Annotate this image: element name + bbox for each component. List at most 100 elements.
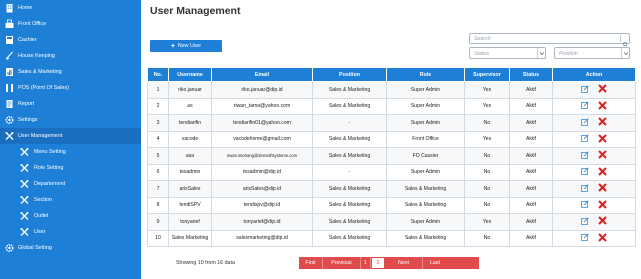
pager-page-2-current[interactable]: 2 [371,257,385,269]
edit-icon[interactable] [581,85,589,95]
col-header-supervisor[interactable]: Supervisor [464,67,510,82]
pager-page-1[interactable]: 1 [361,257,371,269]
edit-icon[interactable] [581,134,589,144]
action-group [554,233,635,244]
cell-no: 10 [147,229,169,247]
sidebar-item[interactable]: Report [0,96,141,112]
table-row: 1 riko.januar riko.januar@dip.id Sales & Ma… [147,81,636,99]
col-header-status[interactable]: Status [509,67,553,82]
sidebar-item-label: Settings [18,117,38,123]
sidebar-item[interactable]: Settings [0,112,141,128]
cell-status: Aktif [509,97,553,115]
sidebar-item-label: User Management [18,133,63,139]
chevron-down-icon [621,48,629,58]
delete-icon[interactable] [598,150,607,161]
cell-email: tendispv@dip.id [211,196,313,214]
pager-next[interactable]: Next [385,257,423,269]
page-title: User Management [150,5,241,17]
delete-icon[interactable] [598,183,607,194]
cell-position: Sales & Marketing [312,130,387,148]
col-header-position[interactable]: Position [312,67,387,82]
table-header-row: No. Username Email Position Role Supervi… [147,67,636,82]
cell-role: Super Admin [386,97,465,115]
search-icon[interactable] [620,35,628,47]
cell-action [552,229,636,247]
cell-username: Sales Marketing [168,229,212,247]
delete-icon[interactable] [598,233,607,244]
cell-no: 9 [147,213,169,231]
cell-role: Super Admin [386,163,465,181]
delete-icon[interactable] [598,216,607,227]
delete-icon[interactable] [598,84,607,95]
sidebar-item[interactable]: User [0,224,141,240]
cell-no: 7 [147,180,169,198]
sidebar-item-label: Role Setting [34,165,64,171]
sidebar-item[interactable]: User Management [0,128,141,144]
cell-email: riko.januar@dip.id [211,81,313,99]
edit-icon[interactable] [581,233,589,243]
pager-first[interactable]: First [299,257,323,269]
col-header-no[interactable]: No. [147,67,169,82]
col-header-role[interactable]: Role [386,67,465,82]
pager-previous[interactable]: Previous [323,257,361,269]
sidebar-item[interactable]: Home [0,0,141,16]
cell-email: vacodehome@gmail.com [211,130,313,148]
cell-supervisor: Yes [464,81,510,99]
sidebar-item[interactable]: Role Setting [0,160,141,176]
position-placeholder: Position [559,50,578,57]
sidebar-item[interactable]: House Keeping [0,48,141,64]
tools-icon [20,147,29,157]
cell-username: tendiarifin [168,114,212,132]
table-row: 7 arisSales arisSales@dip.id Sales & Market… [147,180,636,198]
cell-supervisor: Yes [464,130,510,148]
cell-position: Sales & Marketing [312,97,387,115]
edit-icon[interactable] [581,101,589,111]
sidebar-item[interactable]: Cashier [0,32,141,48]
col-header-username[interactable]: Username [168,67,212,82]
new-user-button[interactable]: + New User [150,40,222,52]
report-icon [5,99,14,109]
edit-icon[interactable] [581,217,589,227]
sidebar-item[interactable]: Menu Setting [0,144,141,160]
sidebar-item[interactable]: POS (Point Of Sales) [0,80,141,96]
cell-supervisor: No [464,180,510,198]
edit-icon[interactable] [581,151,589,161]
edit-icon[interactable] [581,167,589,177]
edit-icon[interactable] [581,184,589,194]
pager-last[interactable]: Last [423,257,447,269]
status-placeholder: Status [474,50,490,57]
table-row: 8 tendiSPV tendispv@dip.id Sales & Marketin… [147,196,636,214]
edit-icon[interactable] [581,200,589,210]
sidebar-item[interactable]: Sales & Marketing [0,64,141,80]
tools-icon [20,227,29,237]
sidebar-item[interactable]: Section [0,192,141,208]
cell-supervisor: No [464,196,510,214]
col-header-email[interactable]: Email [211,67,313,82]
front-office-icon [5,19,14,29]
sidebar-item[interactable]: Departement [0,176,141,192]
search-input[interactable]: Search [469,33,630,47]
cell-username: tesadmin [168,163,212,181]
edit-icon[interactable] [581,118,589,128]
cell-position: - [312,163,387,181]
cell-role: Super Admin [386,114,465,132]
delete-icon[interactable] [598,167,607,178]
sidebar-item-label: POS (Point Of Sales) [18,85,69,91]
delete-icon[interactable] [598,134,607,145]
sidebar-item-label: Sales & Marketing [18,69,62,75]
delete-icon[interactable] [598,117,607,128]
sidebar-item[interactable]: Outlet [0,208,141,224]
sales-icon [5,67,14,77]
sidebar-item[interactable]: Global Setting [0,240,141,256]
cell-status: Aktif [509,81,553,99]
delete-icon[interactable] [598,200,607,211]
sidebar-item[interactable]: Front Office [0,16,141,32]
building-icon [5,3,14,13]
pagination: First Previous 1 2 Next Last [299,257,479,269]
plus-icon: + [170,42,175,50]
cell-no: 8 [147,196,169,214]
status-select[interactable]: Status [469,47,546,59]
action-group [554,117,635,128]
delete-icon[interactable] [598,101,607,112]
position-select[interactable]: Position [554,47,630,59]
